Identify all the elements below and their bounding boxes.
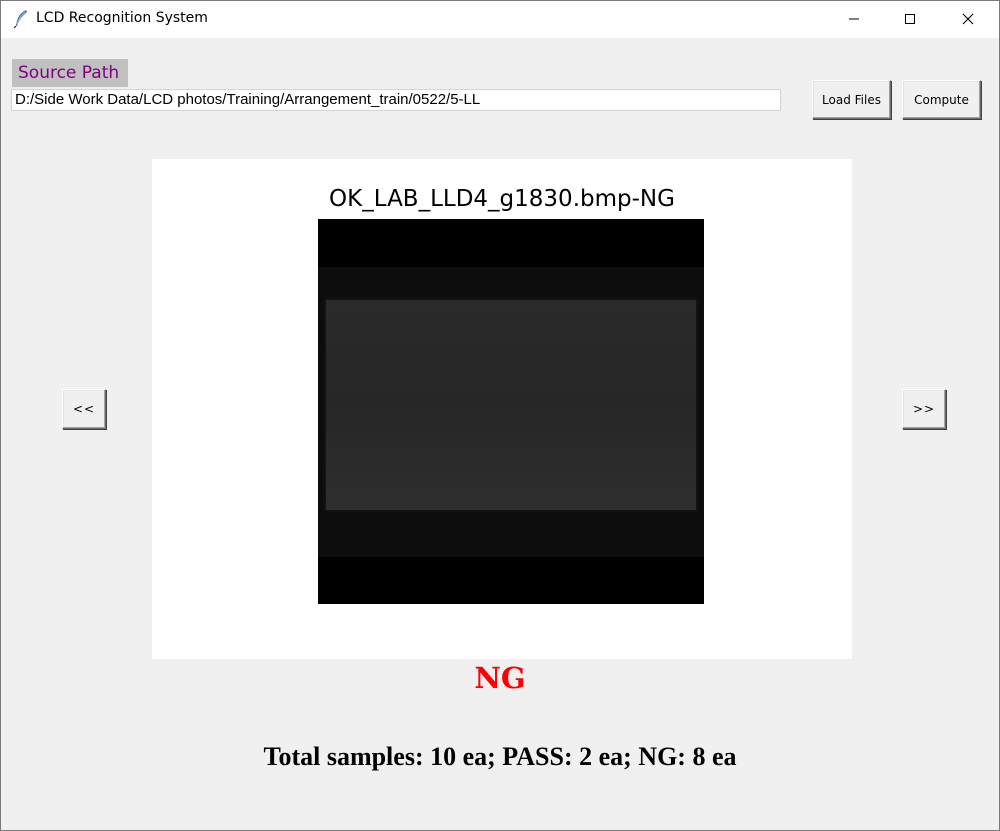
minimize-icon: [848, 10, 860, 29]
maximize-button[interactable]: [887, 1, 933, 38]
title-bar[interactable]: LCD Recognition System: [1, 1, 999, 38]
next-image-button[interactable]: >>: [902, 389, 946, 429]
load-files-button[interactable]: Load Files: [812, 80, 891, 119]
maximize-icon: [904, 10, 916, 29]
previous-image-button[interactable]: <<: [62, 389, 106, 429]
lcd-panel-region: [326, 300, 696, 510]
sample-summary: Total samples: 10 ea; PASS: 2 ea; NG: 8 …: [263, 742, 737, 771]
compute-button[interactable]: Compute: [902, 80, 981, 119]
source-path-label: Source Path: [12, 59, 128, 87]
image-viewer: OK_LAB_LLD4_g1830.bmp-NG: [152, 159, 852, 659]
window-title: LCD Recognition System: [36, 10, 208, 26]
minimize-button[interactable]: [831, 1, 877, 38]
recognition-result: NG: [474, 661, 526, 695]
close-icon: [962, 10, 974, 29]
image-filename-title: OK_LAB_LLD4_g1830.bmp-NG: [329, 186, 675, 212]
app-window: LCD Recognition System Source Path D:/Si…: [0, 0, 1000, 831]
close-button[interactable]: [945, 1, 991, 38]
feather-icon: [12, 9, 30, 29]
source-path-input[interactable]: D:/Side Work Data/LCD photos/Training/Ar…: [11, 89, 781, 111]
lcd-photo: [318, 219, 704, 604]
